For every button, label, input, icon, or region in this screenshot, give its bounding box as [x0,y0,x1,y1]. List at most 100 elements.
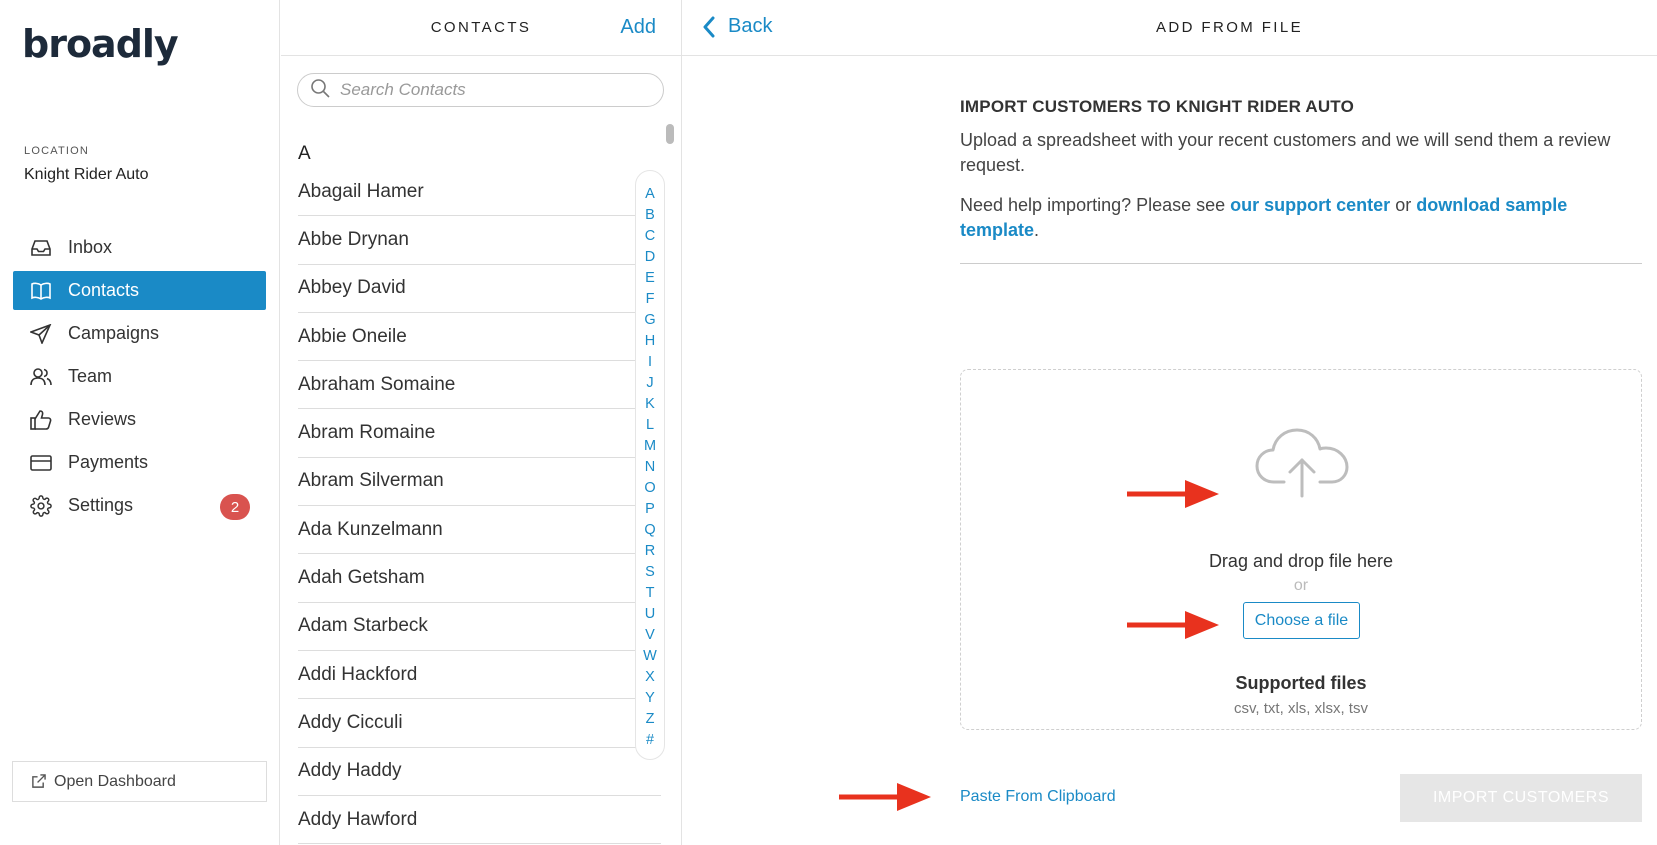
alphabet-index-letter[interactable]: Q [636,520,664,541]
import-info: IMPORT CUSTOMERS TO KNIGHT RIDER AUTO Up… [960,97,1642,264]
main-header: Back ADD FROM FILE [682,0,1657,56]
alphabet-index-letter[interactable]: I [636,352,664,373]
paper-plane-icon [29,322,53,346]
book-icon [29,279,53,303]
nav-item-reviews[interactable]: Reviews [13,400,266,439]
nav-label: Settings [68,495,134,515]
contact-list: Abagail Hamer Abbe Drynan Abbey David Abbie… [298,168,661,845]
open-dashboard-button[interactable]: Open Dashboard [12,761,267,802]
import-description: Upload a spreadsheet with your recent cu… [960,130,1611,175]
alphabet-index-letter[interactable]: B [636,205,664,226]
alphabet-index-letter[interactable]: F [636,289,664,310]
alphabet-index: A B C D E F G H I J K L M N O P Q R S T U V W X Y Z # [635,170,665,760]
nav-label: Inbox [68,237,113,257]
alphabet-index-letter[interactable]: # [636,730,664,751]
contact-list-item[interactable]: Addy Cicculi [298,699,661,748]
nav-item-inbox[interactable]: Inbox [13,228,266,267]
alphabet-index-letter[interactable]: P [636,499,664,520]
alphabet-index-letter[interactable]: Z [636,709,664,730]
search-box [297,73,664,107]
alphabet-index-letter[interactable]: W [636,646,664,667]
or-text: or [1293,577,1309,594]
add-contact-link[interactable]: Add [620,16,656,39]
search-icon [310,78,330,103]
contact-list-item[interactable]: Abbey David [298,265,661,313]
location-name[interactable]: Knight Rider Auto [24,166,149,184]
open-dashboard-label: Open Dashboard [54,772,176,790]
nav-label: Payments [68,452,149,472]
drag-drop-text: Drag and drop file here [1208,551,1394,571]
alphabet-index-letter[interactable]: S [636,562,664,583]
alphabet-index-letter[interactable]: N [636,457,664,478]
page-title: ADD FROM FILE [1155,19,1304,36]
nav-item-team[interactable]: Team [13,357,266,396]
section-letter: A [298,143,311,164]
support-center-link[interactable]: our support center [1230,195,1390,215]
alphabet-index-letter[interactable]: D [636,247,664,268]
annotation-arrow-paste [839,783,931,811]
inbox-icon [29,236,53,260]
alphabet-index-letter[interactable]: G [636,310,664,331]
nav-item-campaigns[interactable]: Campaigns [13,314,266,353]
alphabet-index-letter[interactable]: H [636,331,664,352]
alphabet-index-letter[interactable]: E [636,268,664,289]
contact-list-item[interactable]: Addy Haddy [298,748,661,796]
alphabet-index-letter[interactable]: R [636,541,664,562]
main-nav: Inbox Contacts Campaigns Team Reviews Pa… [13,228,266,529]
contact-list-item[interactable]: Abram Silverman [298,458,661,507]
contact-list-item[interactable]: Abbie Oneile [298,313,661,362]
contact-list-item[interactable]: Abram Romaine [298,409,661,458]
main-pane: Back ADD FROM FILE IMPORT CUSTOMERS TO K… [682,0,1657,845]
contact-list-item[interactable]: Addi Hackford [298,651,661,700]
help-suffix: . [1034,220,1040,240]
contact-list-item[interactable]: Addy Hawford [298,796,661,845]
search-input[interactable] [340,80,640,100]
sidebar: broadly LOCATION Knight Rider Auto Inbox… [0,0,280,845]
thumbs-up-icon [29,408,53,432]
alphabet-index-letter[interactable]: T [636,583,664,604]
contact-list-item[interactable]: Ada Kunzelmann [298,506,661,555]
contact-list-item[interactable]: Adam Starbeck [298,603,661,651]
choose-file-button[interactable]: Choose a file [1243,602,1360,639]
nav-label: Team [68,366,113,386]
annotation-arrow-cloud [1127,480,1219,508]
nav-item-payments[interactable]: Payments [13,443,266,482]
help-text: Need help importing? Please see our supp… [960,193,1642,264]
help-middle: or [1390,195,1417,215]
nav-item-settings[interactable]: Settings 2 [13,486,266,525]
alphabet-index-letter[interactable]: C [636,226,664,247]
contact-list-item[interactable]: Abbe Drynan [298,216,661,265]
alphabet-index-letter[interactable]: L [636,415,664,436]
nav-item-contacts[interactable]: Contacts [13,271,266,310]
supported-files-list: csv, txt, xls, xlsx, tsv [1234,700,1368,717]
alphabet-index-letter[interactable]: Y [636,688,664,709]
external-link-icon [31,774,46,789]
file-dropzone[interactable]: Drag and drop file here or Choose a file… [960,369,1642,730]
gear-icon [29,494,53,518]
alphabet-index-letter[interactable]: K [636,394,664,415]
paste-from-clipboard-link[interactable]: Paste From Clipboard [960,788,1116,806]
contact-list-item[interactable]: Abagail Hamer [298,168,661,217]
contacts-scrollbar[interactable] [666,120,674,845]
alphabet-index-letter[interactable]: O [636,478,664,499]
broadly-logo[interactable]: broadly [22,22,179,66]
users-icon [29,365,53,389]
alphabet-index-letter[interactable]: V [636,625,664,646]
supported-files-title: Supported files [1235,673,1367,693]
alphabet-index-letter[interactable]: U [636,604,664,625]
contacts-header: CONTACTS Add [281,0,681,56]
alphabet-index-letter[interactable]: A [636,184,664,205]
annotation-arrow-choose-file [1127,611,1219,639]
nav-label: Campaigns [68,323,160,343]
import-customers-button[interactable]: IMPORT CUSTOMERS [1400,774,1642,822]
contact-list-item[interactable]: Abraham Somaine [298,361,661,410]
nav-label: Contacts [68,280,140,300]
location-label: LOCATION [24,145,90,157]
contact-list-item[interactable]: Adah Getsham [298,554,661,603]
alphabet-index-letter[interactable]: J [636,373,664,394]
settings-badge: 2 [220,494,250,520]
import-title: IMPORT CUSTOMERS TO KNIGHT RIDER AUTO [960,97,1355,116]
alphabet-index-letter[interactable]: X [636,667,664,688]
alphabet-index-letter[interactable]: M [636,436,664,457]
scrollbar-thumb[interactable] [666,124,674,144]
